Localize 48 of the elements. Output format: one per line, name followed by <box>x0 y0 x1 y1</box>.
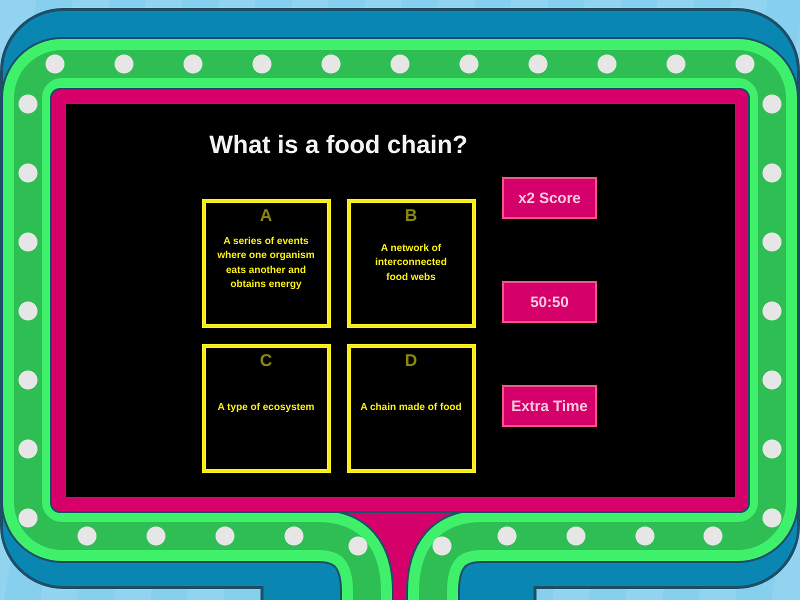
answer-letter: B <box>404 206 418 226</box>
marquee-light-icon <box>284 526 304 546</box>
marquee-light-icon <box>18 232 38 252</box>
answer-card[interactable]: D A chain made of food <box>346 344 476 473</box>
marquee-light-icon <box>762 94 782 114</box>
marquee-light-icon <box>18 440 38 458</box>
marquee-light-icon <box>18 508 38 528</box>
question-text: What is a food chain? <box>209 130 468 161</box>
marquee-light-icon <box>528 54 548 74</box>
marquee-light-icon <box>146 526 166 546</box>
marquee-light-icon <box>736 54 754 74</box>
marquee-light-icon <box>18 94 38 114</box>
answer-text: A chain made of food <box>360 401 462 416</box>
marquee-light-icon <box>322 54 340 74</box>
marquee-light-icon <box>78 526 96 546</box>
marquee-light-icon <box>18 302 38 320</box>
marquee-light-icon <box>390 54 410 74</box>
answer-card[interactable]: C A type of ecosystem <box>202 344 330 473</box>
marquee-light-icon <box>762 232 782 252</box>
marquee-light-icon <box>704 526 722 546</box>
marquee-light-icon <box>348 536 368 556</box>
marquee-light-icon <box>762 508 782 528</box>
answer-text: A network of interconnected food webs <box>374 242 448 285</box>
marquee-light-icon <box>432 536 452 556</box>
marquee-light-icon <box>18 370 38 390</box>
marquee-light-icon <box>252 54 272 74</box>
answer-letter: D <box>404 351 418 371</box>
marquee-light-icon <box>566 526 586 546</box>
marquee-light-icon <box>762 164 782 182</box>
marquee-light-icon <box>762 440 782 458</box>
marquee-light-icon <box>18 164 38 182</box>
answer-text: A type of ecosystem <box>218 401 314 416</box>
answer-letter: C <box>260 351 272 371</box>
answer-text: A series of events where one organism eats another and obtains energy <box>216 234 316 292</box>
marquee-light-icon <box>762 370 782 390</box>
answer-card[interactable]: B A network of interconnected food webs <box>346 199 476 328</box>
marquee-light-icon <box>498 526 516 546</box>
marquee-light-icon <box>460 54 478 74</box>
marquee-light-icon <box>666 54 686 74</box>
marquee-light-icon <box>636 526 654 546</box>
answer-letter: A <box>260 206 272 226</box>
marquee-light-icon <box>46 54 64 74</box>
marquee-light-icon <box>114 54 134 74</box>
marquee-light-icon <box>216 526 234 546</box>
answer-card[interactable]: A A series of events where one organism eats another and obtains energy <box>202 199 330 328</box>
marquee-light-icon <box>598 54 616 74</box>
marquee-light-icon <box>762 302 782 320</box>
marquee-light-icon <box>184 54 202 74</box>
